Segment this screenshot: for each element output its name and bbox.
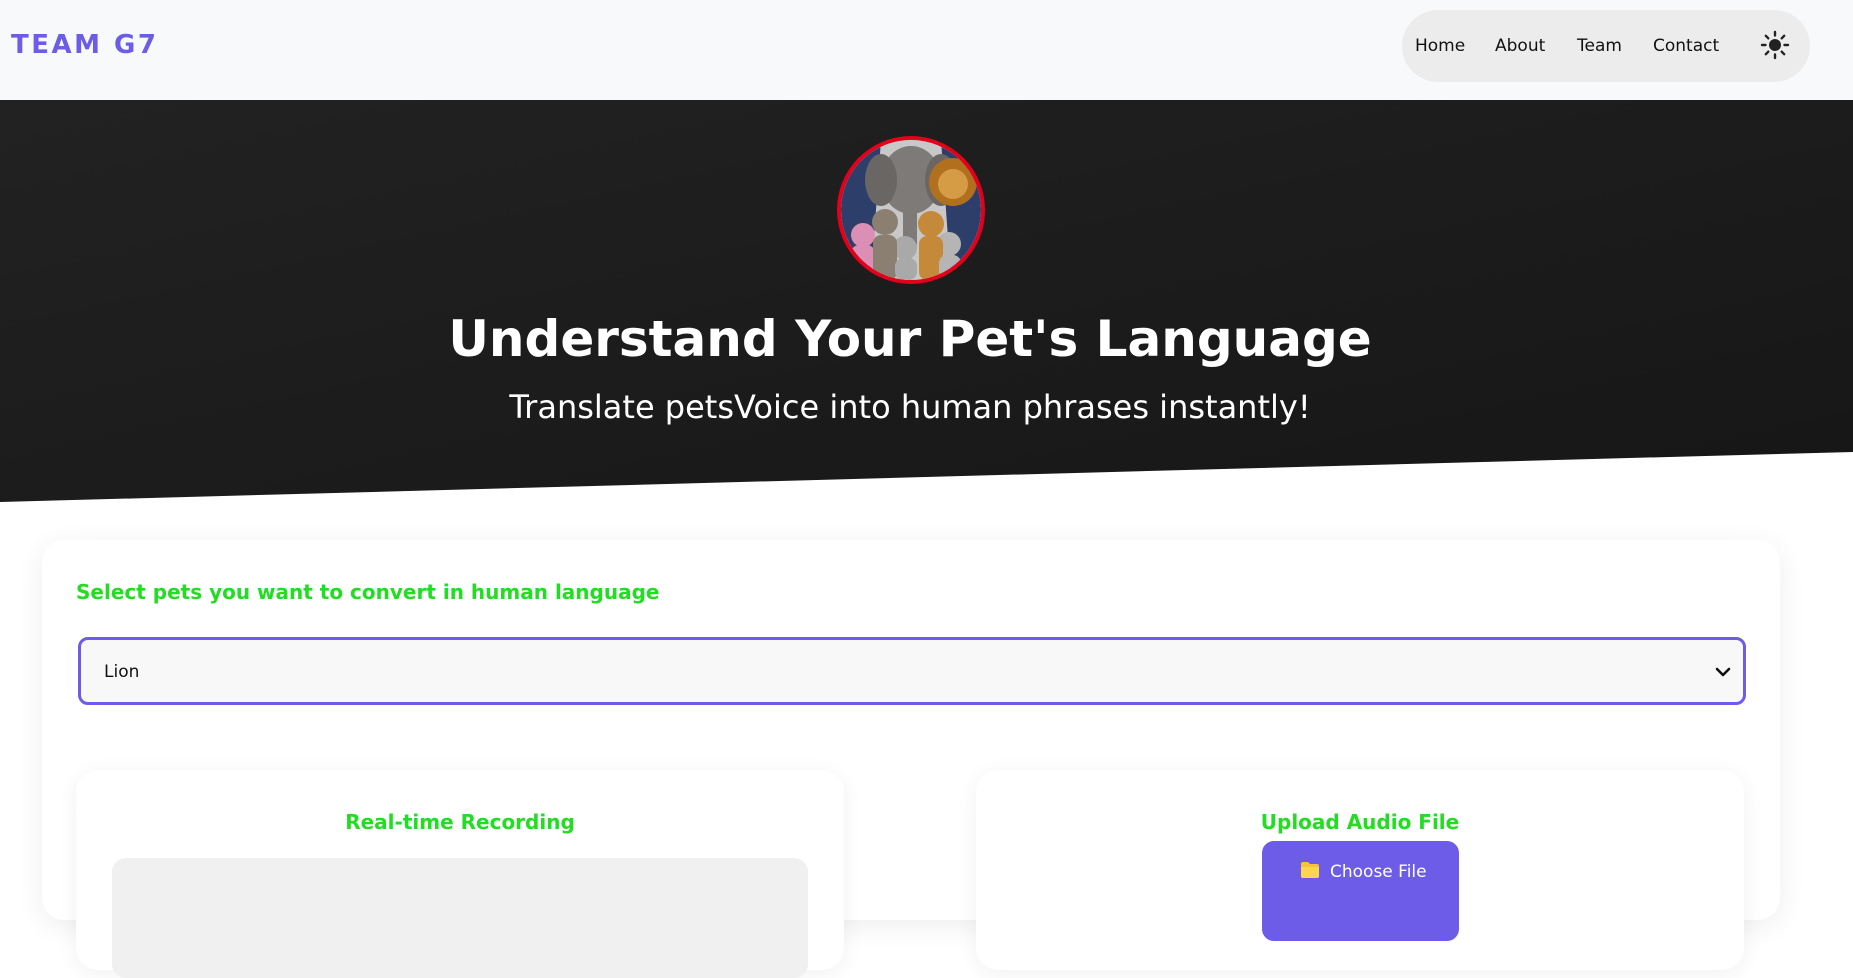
- nav-contact-link[interactable]: Contact: [1653, 36, 1719, 56]
- folder-icon: [1300, 861, 1320, 883]
- chevron-down-icon: [1713, 662, 1733, 686]
- brand-logo[interactable]: TEAM G7: [11, 30, 158, 60]
- upload-title: Upload Audio File: [1260, 810, 1460, 834]
- translator-card: Select pets you want to convert in human…: [42, 540, 1780, 978]
- nav-team-link[interactable]: Team: [1577, 36, 1622, 56]
- site-header: TEAM G7 Home About Team Contact: [0, 0, 1853, 100]
- sun-icon[interactable]: [1760, 30, 1790, 60]
- hero-title: Understand Your Pet's Language: [448, 310, 1372, 368]
- nav-about-link[interactable]: About: [1495, 36, 1545, 56]
- recording-area[interactable]: [112, 858, 808, 978]
- choose-file-button[interactable]: Choose File: [1262, 841, 1459, 941]
- pet-select-value: Lion: [104, 662, 140, 682]
- nav-home-link[interactable]: Home: [1415, 36, 1465, 56]
- recording-panel: Real-time Recording: [76, 770, 844, 978]
- pet-select-dropdown[interactable]: Lion: [78, 637, 1746, 705]
- hero-subtitle: Translate petsVoice into human phrases i…: [509, 388, 1311, 426]
- pets-avatar-image: [837, 136, 985, 284]
- nav-bar: Home About Team Contact: [1402, 10, 1810, 82]
- hero-section: Understand Your Pet's Language Translate…: [0, 100, 1853, 502]
- upload-panel: Upload Audio File Choose File: [976, 770, 1744, 970]
- recording-title: Real-time Recording: [345, 810, 575, 834]
- choose-file-label: Choose File: [1330, 862, 1427, 882]
- select-pet-label: Select pets you want to convert in human…: [76, 580, 660, 604]
